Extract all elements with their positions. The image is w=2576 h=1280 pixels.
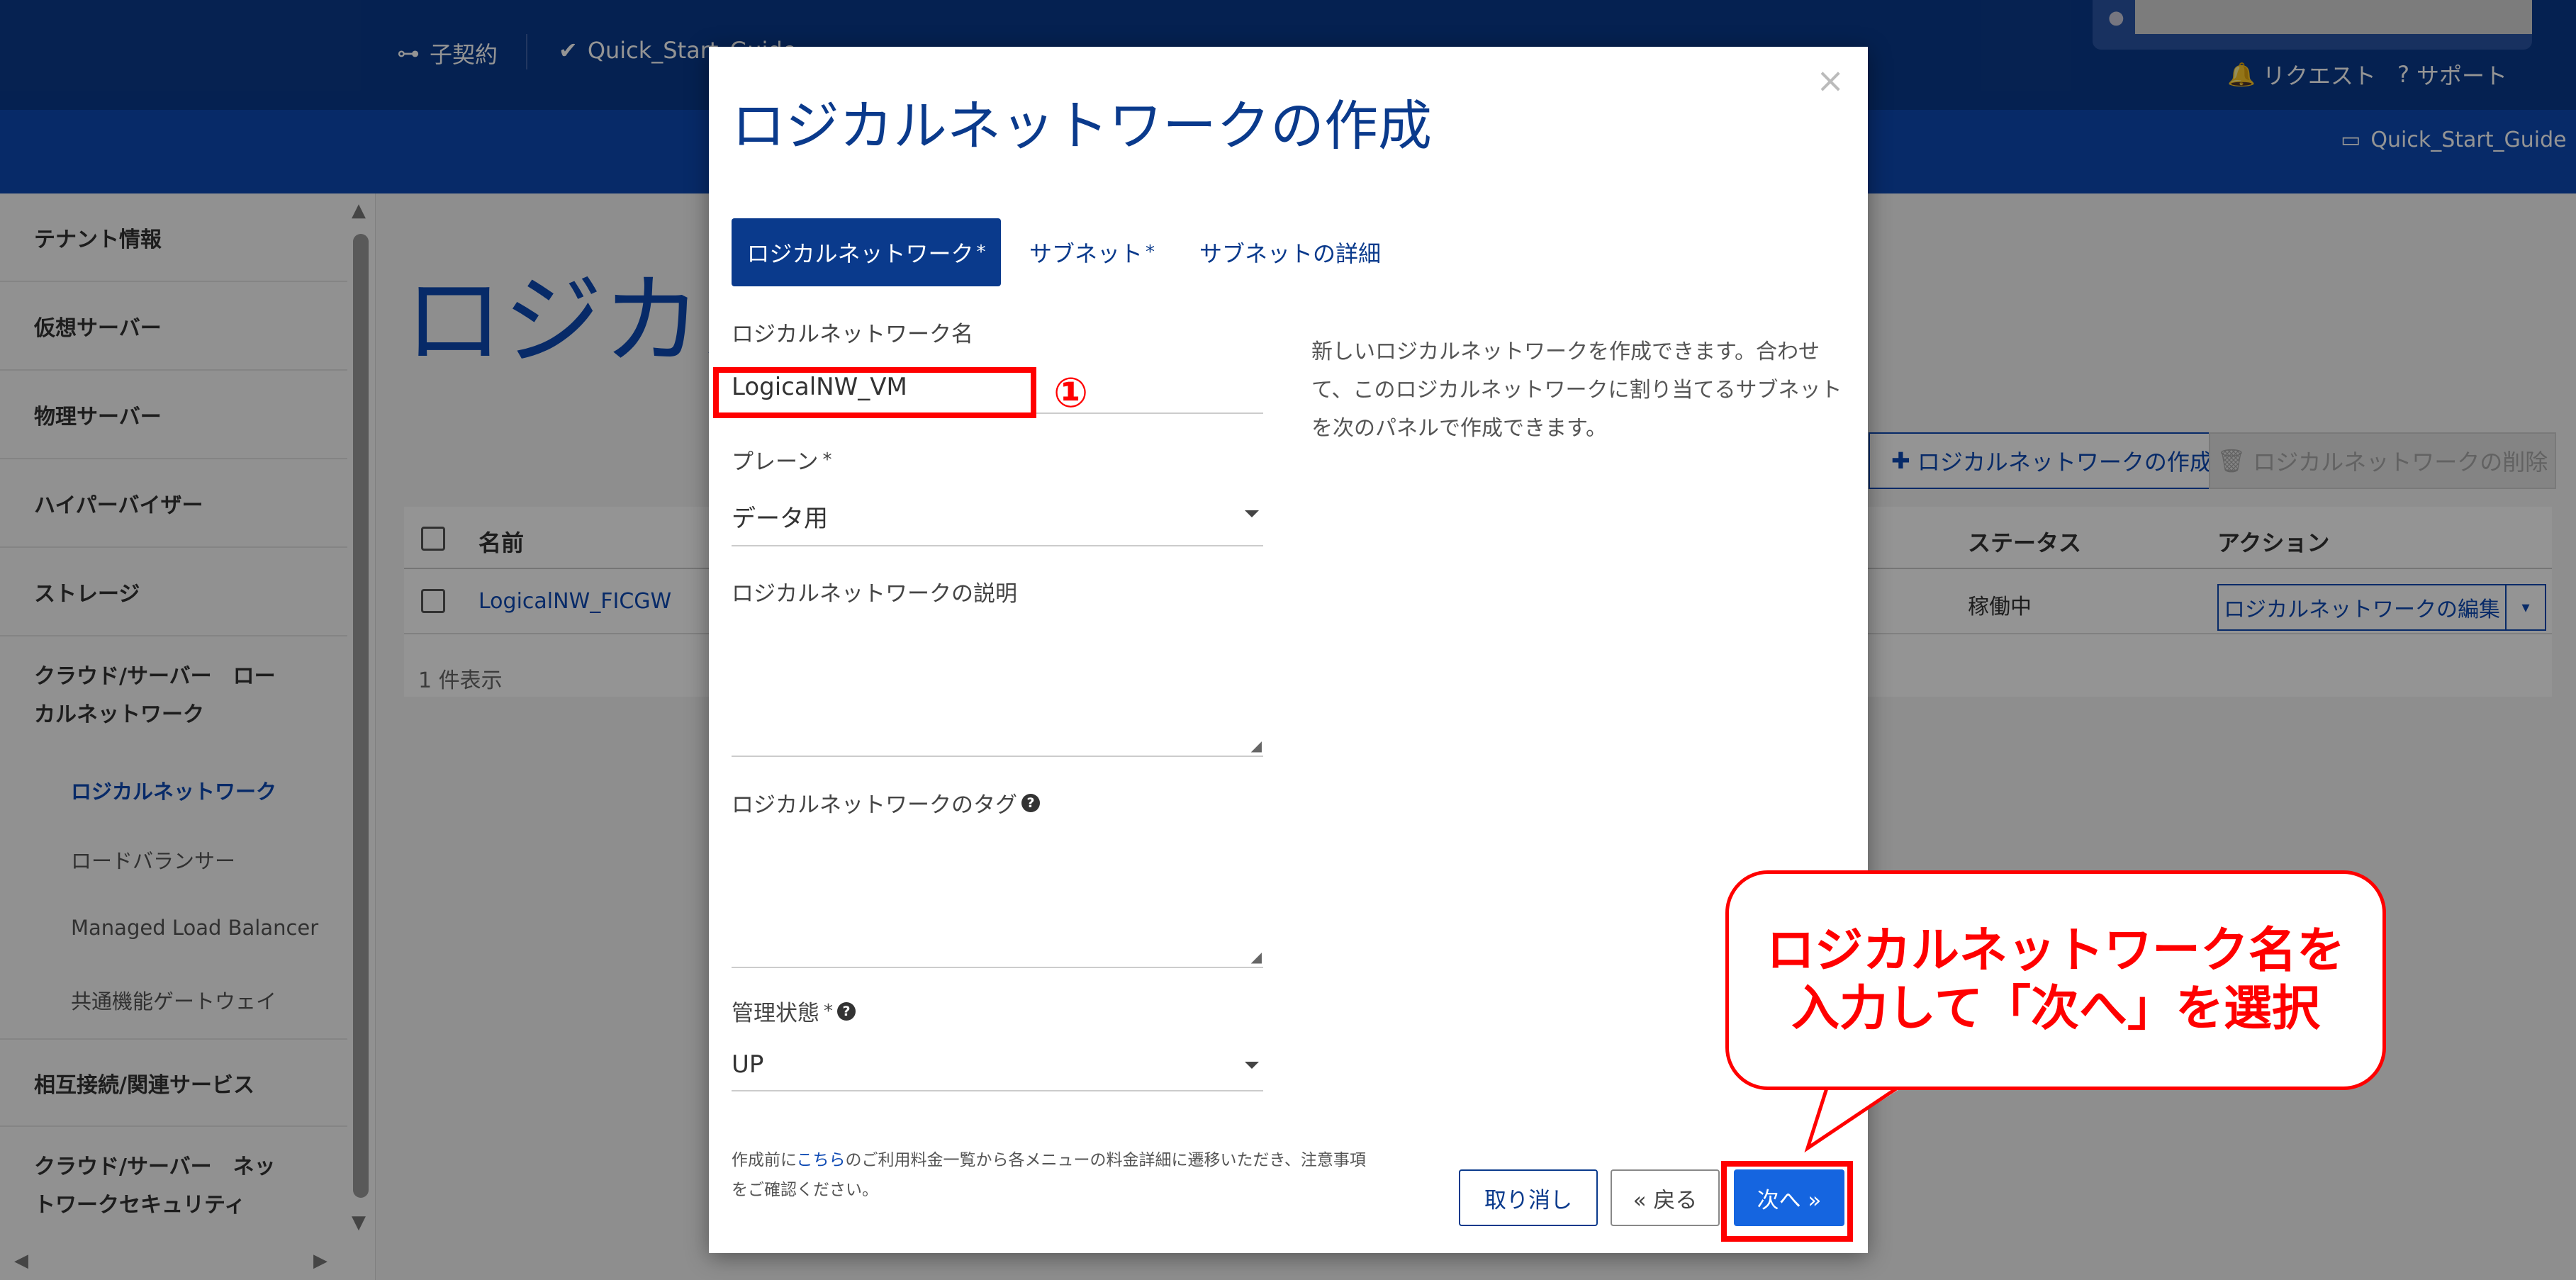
step-marker: ①	[1053, 369, 1089, 417]
help-icon[interactable]: ?	[837, 1001, 856, 1021]
callout-tail	[1804, 1079, 1908, 1153]
cancel-button[interactable]: 取り消し	[1459, 1169, 1598, 1226]
help-icon[interactable]: ?	[1021, 793, 1040, 812]
tab-logical-network[interactable]: ロジカルネットワーク *	[732, 218, 1001, 286]
admin-state-select[interactable]: UP	[732, 1050, 1263, 1091]
resize-handle-icon[interactable]: ◢	[1251, 948, 1262, 965]
name-highlight-box	[713, 367, 1036, 418]
tag-textarea[interactable]: ◢	[732, 825, 1263, 968]
name-label: ロジカルネットワーク名	[732, 322, 973, 347]
next-highlight-box	[1721, 1161, 1853, 1242]
chevron-down-icon	[1245, 510, 1259, 517]
resize-handle-icon[interactable]: ◢	[1251, 737, 1262, 754]
chevron-down-icon	[1245, 1062, 1259, 1069]
tab-subnet-details[interactable]: サブネットの詳細	[1199, 218, 1381, 286]
tag-label: ロジカルネットワークのタグ?	[732, 787, 1040, 819]
create-logical-network-modal: × ロジカルネットワークの作成 ロジカルネットワーク * サブネット * サブネット…	[709, 47, 1868, 1253]
back-button[interactable]: « 戻る	[1611, 1169, 1720, 1226]
help-text: 新しいロジカルネットワークを作成できます。合わせて、このロジカルネットワークに割…	[1311, 339, 1842, 441]
pricing-link[interactable]: こちら	[797, 1151, 846, 1169]
description-label: ロジカルネットワークの説明	[732, 581, 1017, 607]
instruction-callout: ロジカルネットワーク名を入力して「次へ」を選択	[1725, 870, 2386, 1090]
footer-note: 作成前にこちらのご利用料金一覧から各メニューの料金詳細に遷移いただき、注意事項を…	[732, 1151, 1366, 1199]
admin-state-label: 管理状態 *?	[732, 995, 856, 1027]
description-textarea[interactable]: ◢	[732, 614, 1263, 757]
modal-title: ロジカルネットワークの作成	[732, 94, 1432, 157]
close-icon[interactable]: ×	[1816, 61, 1844, 101]
plane-select[interactable]: データ用	[732, 499, 1263, 546]
tab-subnet[interactable]: サブネット *	[1029, 218, 1155, 286]
callout-text: ロジカルネットワーク名を入力して「次へ」を選択	[1766, 923, 2345, 1037]
plane-label: プレーン *	[732, 449, 832, 476]
